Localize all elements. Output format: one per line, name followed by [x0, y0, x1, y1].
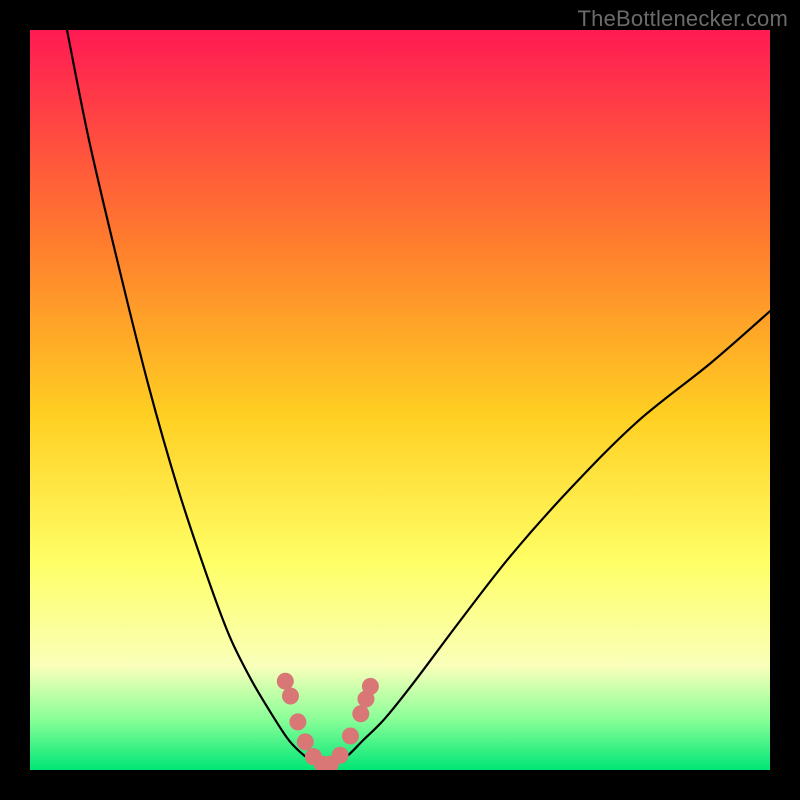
highlight-dot — [352, 705, 369, 722]
highlight-dot — [332, 747, 349, 764]
gradient-background — [30, 30, 770, 770]
highlight-dot — [277, 673, 294, 690]
bottleneck-curve-chart — [30, 30, 770, 770]
highlight-dot — [297, 733, 314, 750]
chart-frame: TheBottlenecker.com — [0, 0, 800, 800]
highlight-dot — [342, 727, 359, 744]
plot-area — [30, 30, 770, 770]
highlight-dot — [282, 688, 299, 705]
watermark-text: TheBottlenecker.com — [578, 6, 788, 32]
highlight-dot — [362, 678, 379, 695]
highlight-dot — [289, 713, 306, 730]
